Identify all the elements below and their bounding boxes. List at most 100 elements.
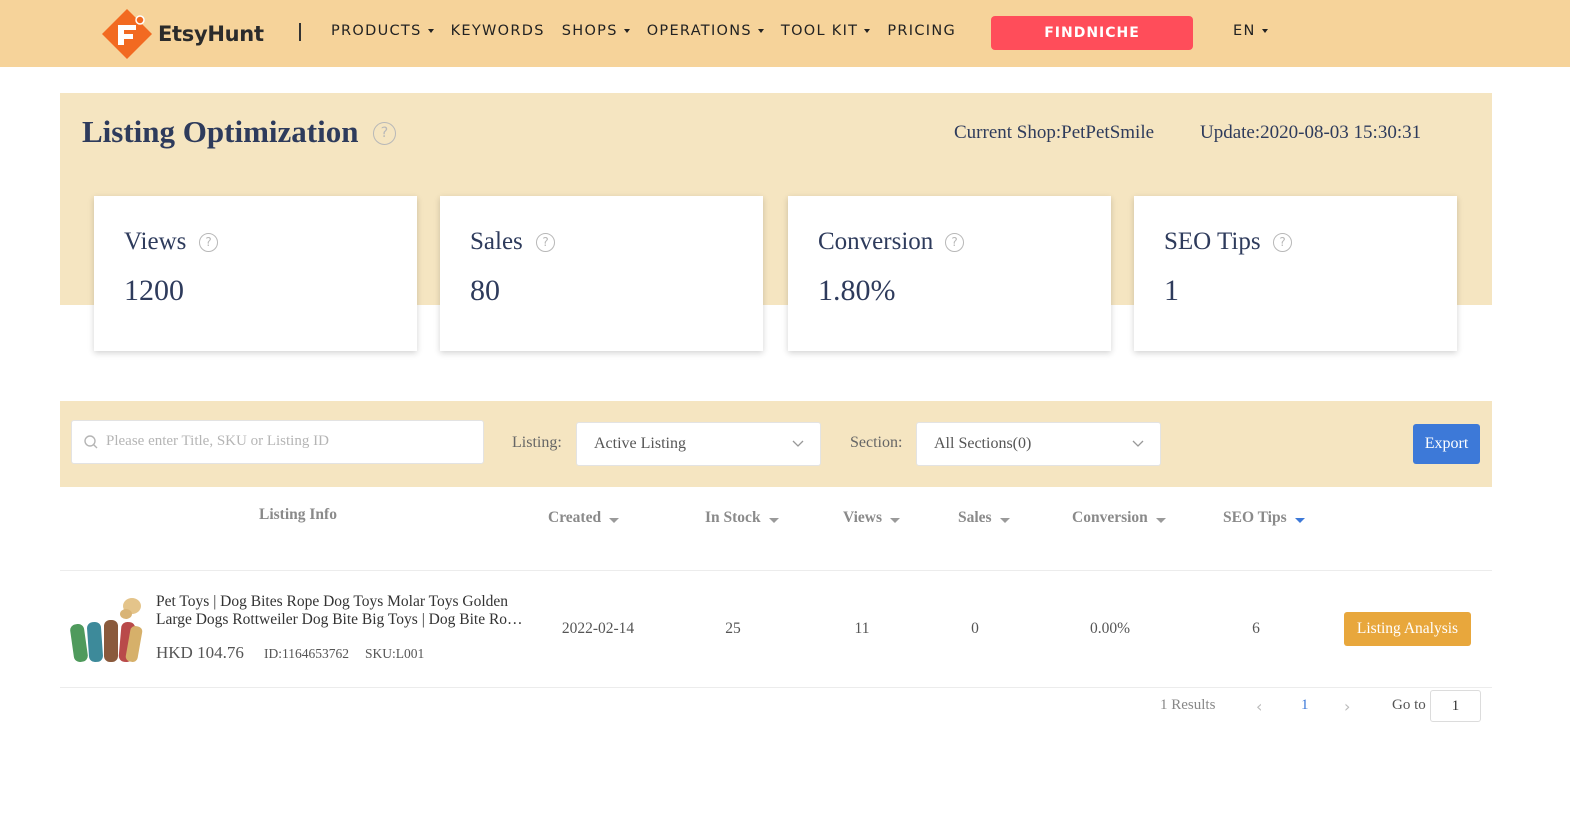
update-time: Update:2020-08-03 15:30:31 [1200, 122, 1422, 143]
column-label: Listing Info [259, 506, 337, 523]
stat-value: 1 [1164, 274, 1179, 307]
language-label: EN [1233, 23, 1256, 39]
chevron-down-icon [623, 29, 630, 33]
nav-divider [299, 23, 301, 41]
listing-select-value: Active Listing [594, 435, 686, 452]
cell-in-stock: 25 [725, 620, 741, 637]
brand-logo[interactable]: EtsyHunt [100, 6, 264, 62]
listing-filter-label: Listing: [512, 434, 562, 451]
nav-tool-kit[interactable]: TOOL KIT [780, 23, 871, 39]
help-icon[interactable]: ? [199, 233, 218, 252]
search-placeholder: Please enter Title, SKU or Listing ID [106, 433, 329, 449]
stat-card-seo-tips: SEO Tips ? 1 [1134, 196, 1457, 351]
column-label: Conversion [1072, 509, 1148, 526]
language-selector[interactable]: EN [1233, 23, 1268, 39]
column-label: Views [843, 509, 883, 526]
nav-shops[interactable]: SHOPS [562, 23, 630, 39]
page-title: Listing Optimization [82, 114, 359, 149]
column-label: Sales [958, 509, 992, 526]
nav-shops-label: SHOPS [561, 23, 618, 39]
search-icon [84, 435, 98, 449]
sort-icon [1294, 517, 1305, 523]
stat-label: Conversion [818, 228, 934, 255]
brand-name: EtsyHunt [158, 22, 264, 46]
help-icon[interactable]: ? [1273, 233, 1292, 252]
column-header-in-stock[interactable]: In Stock [705, 509, 779, 527]
listing-title-line: Pet Toys | Dog Bites Rope Dog Toys Molar… [156, 593, 509, 610]
chevron-down-icon [1261, 29, 1268, 33]
nav-pricing-label: PRICING [887, 23, 957, 39]
column-header-seo-tips[interactable]: SEO Tips [1223, 509, 1305, 527]
chevron-down-icon [1132, 440, 1144, 447]
chevron-down-icon [757, 29, 764, 33]
results-count: 1 Results [1160, 697, 1216, 713]
stat-value: 1.80% [818, 274, 896, 307]
help-icon[interactable]: ? [945, 233, 964, 252]
export-button[interactable]: Export [1413, 424, 1480, 464]
nav-operations[interactable]: OPERATIONS [647, 23, 764, 39]
nav-keywords-label: KEYWORDS [450, 23, 545, 39]
current-shop: Current Shop:PetPetSmile [954, 122, 1155, 143]
listing-select[interactable]: Active Listing [576, 422, 821, 466]
column-header-listing-info: Listing Info [259, 506, 337, 524]
main-menu: PRODUCTS KEYWORDS SHOPS OPERATIONS TOOL … [331, 23, 973, 39]
listing-title[interactable]: Pet Toys | Dog Bites Rope Dog Toys Molar… [156, 593, 526, 629]
listing-price: HKD 104.76 [156, 643, 244, 662]
table-divider [60, 687, 1492, 688]
cell-created: 2022-02-14 [561, 620, 635, 637]
sort-icon [768, 517, 779, 523]
column-label: SEO Tips [1223, 509, 1287, 526]
help-icon[interactable]: ? [373, 122, 396, 145]
help-icon[interactable]: ? [536, 233, 555, 252]
nav-keywords[interactable]: KEYWORDS [451, 23, 545, 39]
top-navbar: EtsyHunt PRODUCTS KEYWORDS SHOPS OPERATI… [0, 0, 1570, 67]
stat-card-conversion: Conversion ? 1.80% [788, 196, 1111, 351]
section-select-value: All Sections(0) [934, 435, 1032, 452]
sort-icon [609, 517, 620, 523]
cell-seo-tips: 6 [1252, 620, 1260, 637]
nav-tool-kit-label: TOOL KIT [780, 23, 859, 39]
next-page-icon[interactable]: › [1344, 697, 1350, 716]
section-select[interactable]: All Sections(0) [916, 422, 1161, 466]
stat-card-sales: Sales ? 80 [440, 196, 763, 351]
sort-icon [999, 517, 1010, 523]
stat-label: SEO Tips [1164, 228, 1261, 255]
prev-page-icon[interactable]: ‹ [1256, 697, 1262, 716]
nav-pricing[interactable]: PRICING [887, 23, 956, 39]
column-header-created[interactable]: Created [548, 509, 620, 527]
goto-page-input[interactable]: 1 [1430, 690, 1481, 722]
sort-icon [890, 517, 901, 523]
column-header-conversion[interactable]: Conversion [1072, 509, 1166, 527]
listing-sku: SKU:L001 [365, 646, 425, 661]
listing-id: ID:1164653762 [264, 646, 349, 661]
stat-label: Views [124, 228, 187, 255]
chevron-down-icon [864, 29, 871, 33]
findniche-button[interactable]: FINDNICHE [991, 16, 1193, 50]
sort-icon [1155, 517, 1166, 523]
listing-title-line: Large Dogs Rottweiler Dog Bite Big Toys … [156, 611, 526, 628]
section-filter-label: Section: [850, 434, 903, 451]
page-number[interactable]: 1 [1301, 697, 1309, 714]
column-header-sales[interactable]: Sales [958, 509, 1010, 527]
search-input[interactable]: Please enter Title, SKU or Listing ID [71, 420, 484, 464]
column-header-views[interactable]: Views [843, 509, 901, 527]
nav-operations-label: OPERATIONS [646, 23, 752, 39]
column-label: In Stock [705, 509, 761, 526]
stat-value: 1200 [124, 274, 184, 307]
etsyhunt-logo-icon [102, 9, 152, 59]
nav-products[interactable]: PRODUCTS [331, 23, 434, 39]
cell-conversion: 0.00% [1089, 620, 1131, 637]
chevron-down-icon [427, 29, 434, 33]
listing-analysis-button[interactable]: Listing Analysis [1344, 612, 1471, 646]
table-divider [60, 570, 1492, 571]
stat-value: 80 [470, 274, 500, 307]
product-thumbnail[interactable] [70, 594, 146, 666]
column-label: Created [548, 509, 602, 526]
goto-label: Go to [1392, 697, 1426, 713]
nav-products-label: PRODUCTS [331, 23, 422, 39]
cell-views: 11 [854, 620, 870, 637]
chevron-down-icon [792, 440, 804, 447]
stat-card-views: Views ? 1200 [94, 196, 417, 351]
stat-label: Sales [470, 228, 523, 255]
cell-sales: 0 [971, 620, 979, 637]
